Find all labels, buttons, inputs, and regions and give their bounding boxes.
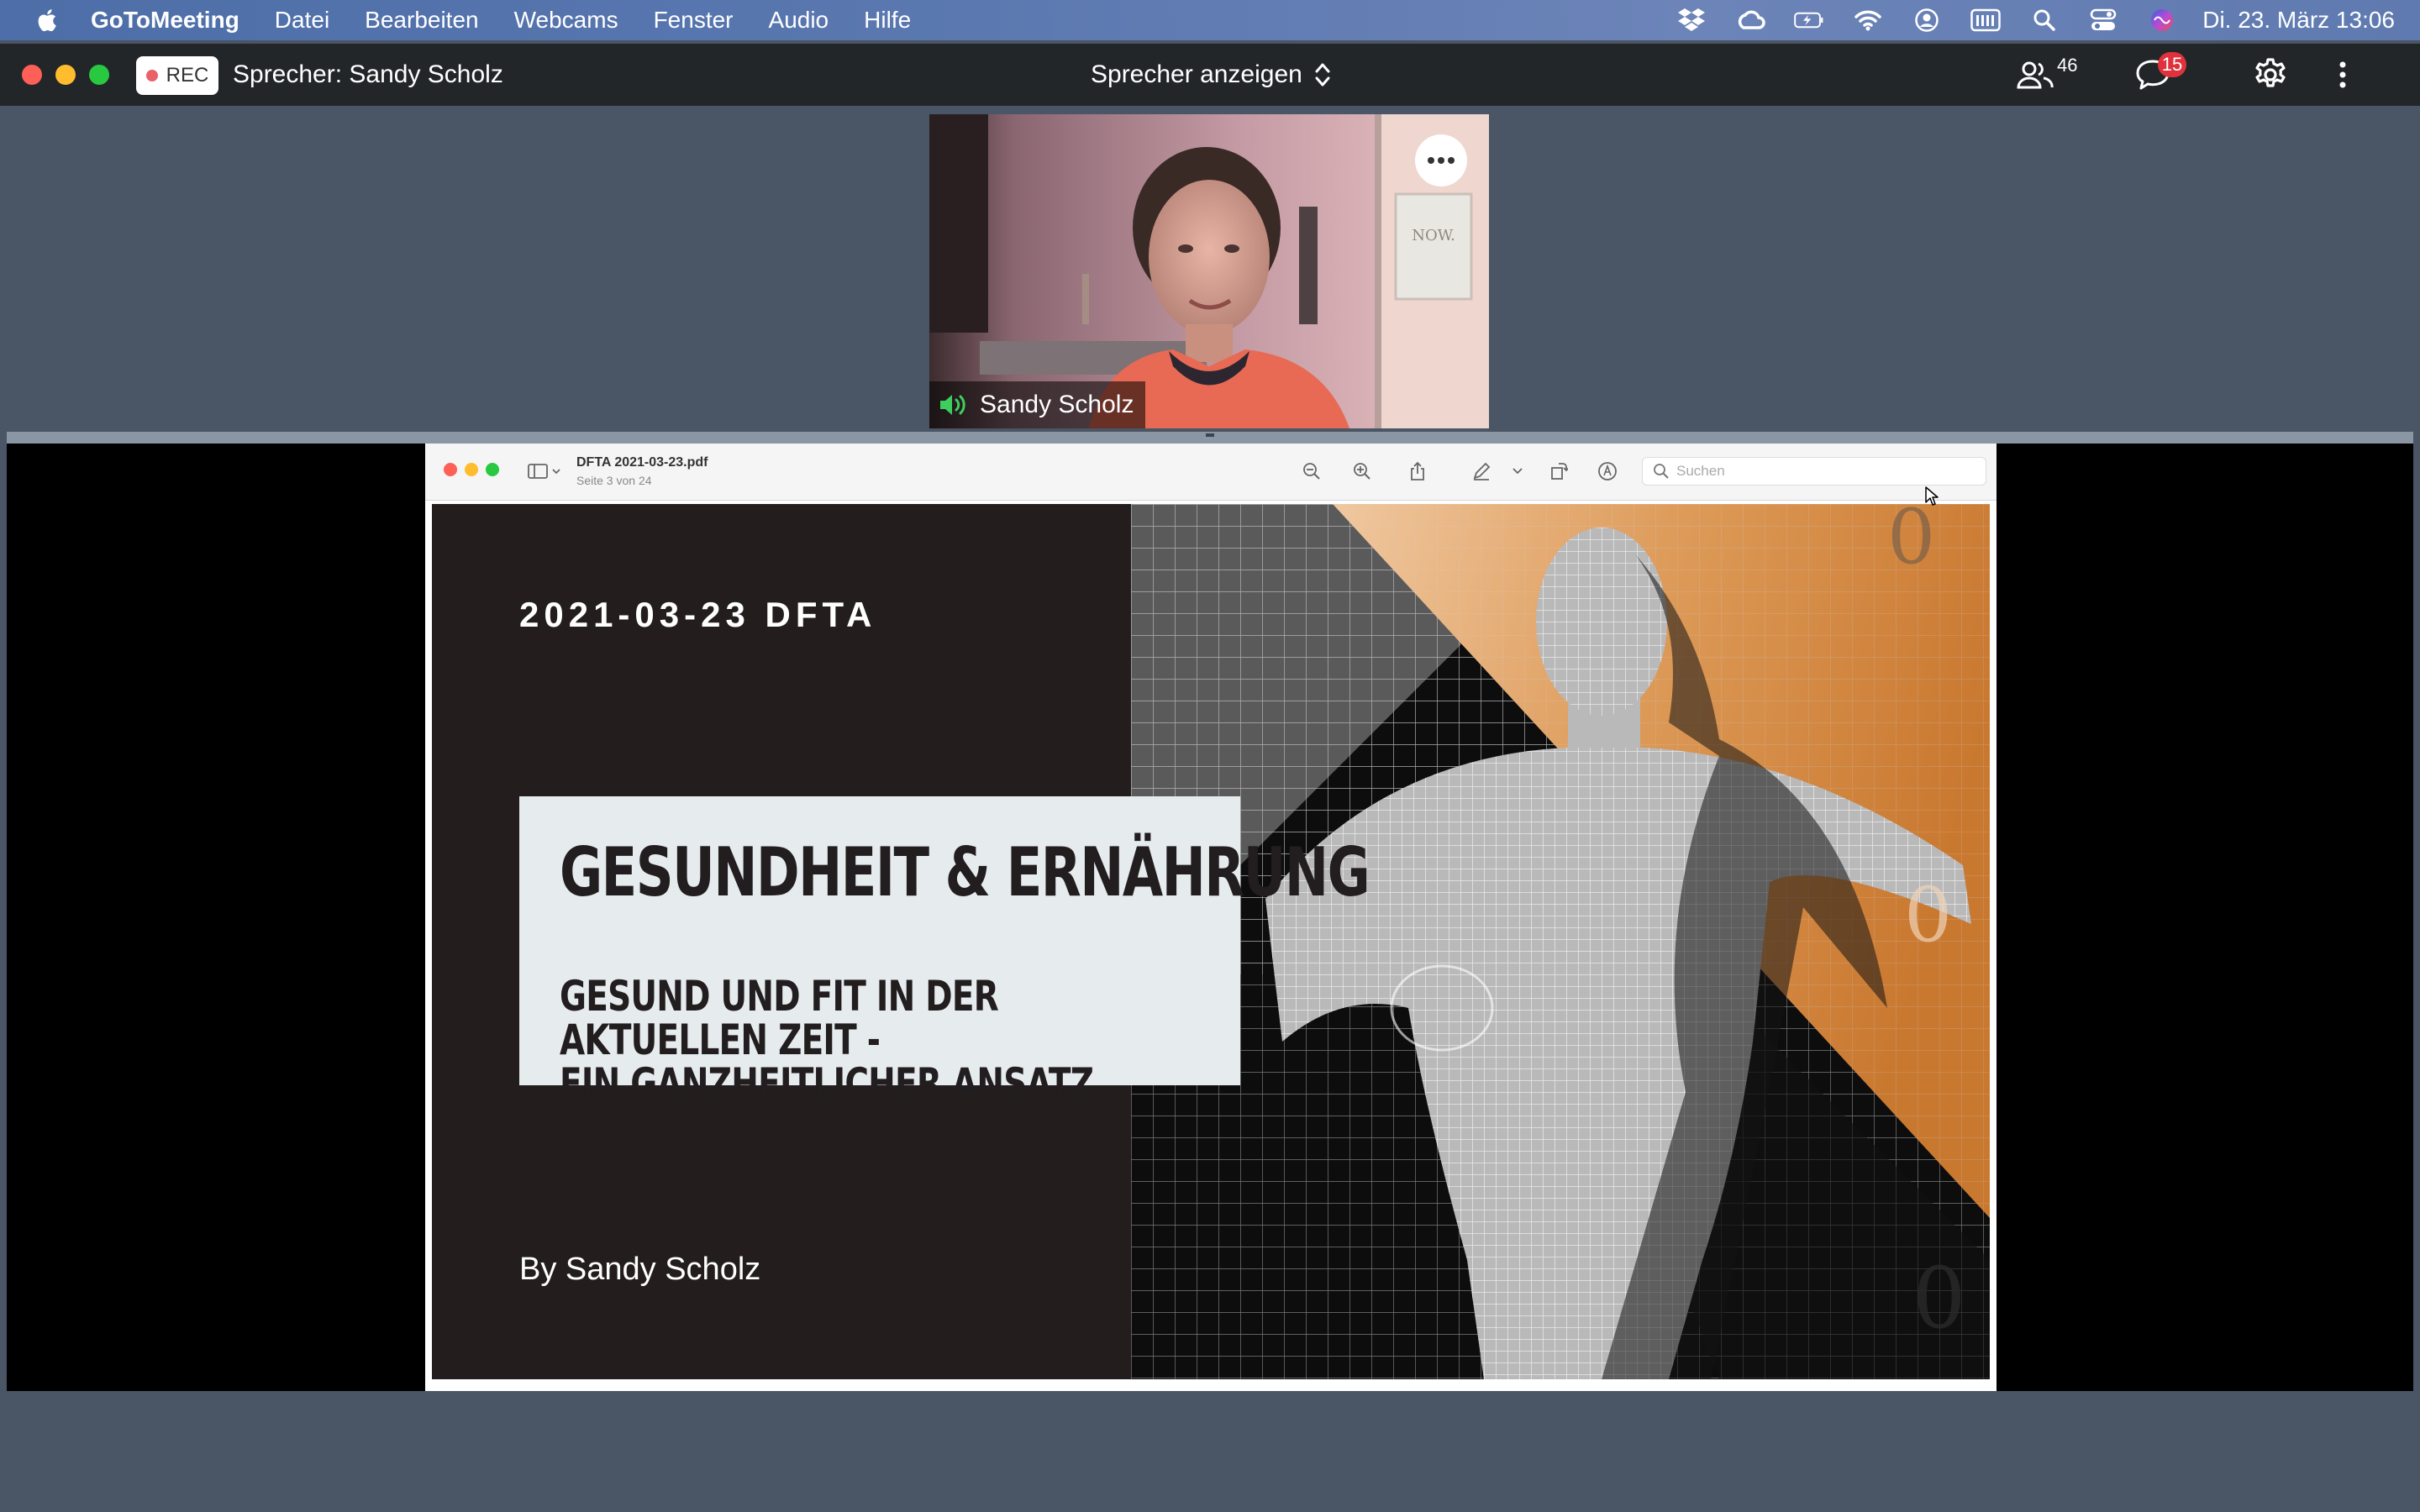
menu-hilfe[interactable]: Hilfe xyxy=(864,7,911,34)
spotlight-search-icon[interactable] xyxy=(2029,5,2060,35)
recording-dot-icon xyxy=(145,70,158,81)
speaking-speaker-icon xyxy=(940,395,965,415)
sidebar-toggle-button[interactable] xyxy=(526,459,565,484)
system-menu-bar: GoToMeeting Datei Bearbeiten Webcams Fen… xyxy=(0,0,2420,40)
markup-button[interactable] xyxy=(1469,459,1494,484)
annotate-circle-icon xyxy=(1598,462,1617,480)
rotate-icon xyxy=(1551,463,1568,480)
keyboard-input-icon[interactable] xyxy=(1970,5,2001,35)
dropbox-icon[interactable] xyxy=(1676,5,1707,35)
creative-cloud-icon[interactable] xyxy=(1735,5,1765,35)
window-minimize-button[interactable] xyxy=(55,65,76,85)
presentation-slide: 0 0 0 2021-03-23 DFTA GESUNDHEIT & ERNÄH… xyxy=(432,504,1990,1379)
slide-title: GESUNDHEIT & ERNÄHRUNG xyxy=(560,833,1370,911)
attendee-count: 46 xyxy=(2057,55,2078,76)
more-options-button[interactable] xyxy=(2338,55,2348,94)
mouse-cursor-icon xyxy=(1925,486,1939,506)
menu-fenster[interactable]: Fenster xyxy=(654,7,734,34)
chevron-down-icon xyxy=(1512,468,1523,475)
preview-zoom-button[interactable] xyxy=(486,463,499,476)
preview-file-name: DFTA 2021-03-23.pdf xyxy=(576,455,708,470)
menu-webcams[interactable]: Webcams xyxy=(514,7,618,34)
search-placeholder: Suchen xyxy=(1676,463,1725,479)
zoom-out-button[interactable] xyxy=(1299,459,1324,484)
zoom-out-icon xyxy=(1303,463,1320,480)
slide-subtitle-line-1: GESUND UND FIT IN DER AKTUELLEN ZEIT - xyxy=(560,972,999,1064)
webcam-participant-name: Sandy Scholz xyxy=(980,391,1134,418)
rotate-button[interactable] xyxy=(1546,459,1571,484)
slide-author: By Sandy Scholz xyxy=(519,1252,761,1287)
vertical-dots-icon xyxy=(2339,61,2346,88)
menu-bar-clock[interactable]: Di. 23. März 13:06 xyxy=(2202,7,2395,34)
markup-dropdown-button[interactable] xyxy=(1509,459,1526,484)
up-down-chevron-icon xyxy=(1315,63,1330,87)
annotate-button[interactable] xyxy=(1595,459,1620,484)
sidebar-icon xyxy=(528,464,560,479)
pen-icon xyxy=(1473,462,1491,480)
app-menu-gotomeeting[interactable]: GoToMeeting xyxy=(91,7,239,34)
menu-audio[interactable]: Audio xyxy=(769,7,829,34)
preview-close-button[interactable] xyxy=(444,463,457,476)
menu-bearbeiten[interactable]: Bearbeiten xyxy=(365,7,478,34)
chat-unread-badge: 15 xyxy=(2158,52,2186,77)
siri-icon[interactable] xyxy=(2147,5,2177,35)
preview-toolbar: DFTA 2021-03-23.pdf Seite 3 von 24 Suche… xyxy=(425,444,1996,501)
speaker-webcam-tile[interactable]: NOW. Sandy Scholz xyxy=(929,114,1489,428)
svg-text:NOW.: NOW. xyxy=(1412,227,1455,244)
horizontal-dots-icon xyxy=(1428,157,1455,164)
current-speaker-label: Sprecher: Sandy Scholz xyxy=(233,60,503,88)
svg-text:0: 0 xyxy=(1904,871,1952,959)
menu-datei[interactable]: Datei xyxy=(275,7,329,34)
svg-text:0: 0 xyxy=(1887,504,1935,581)
apple-menu-icon[interactable] xyxy=(34,6,62,34)
view-mode-label: Sprecher anzeigen xyxy=(1091,60,1302,88)
settings-button[interactable] xyxy=(2252,55,2289,94)
meeting-title-bar: REC Sprecher: Sandy Scholz Sprecher anze… xyxy=(0,44,2420,106)
zoom-in-button[interactable] xyxy=(1349,459,1375,484)
resize-handle[interactable] xyxy=(1206,433,1214,437)
search-icon xyxy=(1654,464,1669,479)
slide-subtitle-line-2: EIN GANZHEITLICHER ANSATZ xyxy=(560,1059,1094,1108)
slide-subtitle: GESUND UND FIT IN DER AKTUELLEN ZEIT - E… xyxy=(560,974,1189,1105)
gear-icon xyxy=(2255,58,2286,87)
attendees-button[interactable]: 46 xyxy=(2017,55,2077,94)
svg-text:0: 0 xyxy=(1912,1249,1966,1347)
window-zoom-button[interactable] xyxy=(89,65,109,85)
people-icon xyxy=(2017,61,2054,89)
view-mode-selector[interactable]: Sprecher anzeigen xyxy=(1091,60,1331,89)
share-button[interactable] xyxy=(1405,459,1430,484)
share-icon xyxy=(1411,461,1424,480)
menu-bar-status-area: Di. 23. März 13:06 xyxy=(1648,0,2395,40)
webcam-name-tag: Sandy Scholz xyxy=(929,381,1146,428)
zoom-in-icon xyxy=(1354,463,1370,480)
battery-charging-icon[interactable] xyxy=(1794,5,1824,35)
slide-image-panel: 0 0 0 xyxy=(1131,504,1990,1379)
preview-search-field[interactable]: Suchen xyxy=(1642,457,1986,486)
slide-date-line: 2021-03-23 DFTA xyxy=(519,595,877,634)
recording-label: REC xyxy=(166,64,209,87)
wifi-icon[interactable] xyxy=(1853,5,1883,35)
webcam-more-options-button[interactable] xyxy=(1415,134,1467,186)
recording-badge[interactable]: REC xyxy=(136,56,218,95)
slide-title-box: GESUNDHEIT & ERNÄHRUNG GESUND UND FIT IN… xyxy=(519,796,1370,1105)
window-close-button[interactable] xyxy=(22,65,42,85)
wireframe-body-image: 0 0 0 xyxy=(1131,504,1990,1379)
pdf-preview-window[interactable]: DFTA 2021-03-23.pdf Seite 3 von 24 Suche… xyxy=(425,444,1996,1391)
preview-minimize-button[interactable] xyxy=(465,463,478,476)
user-account-icon[interactable] xyxy=(1912,5,1942,35)
control-center-icon[interactable] xyxy=(2088,5,2118,35)
preview-page-info: Seite 3 von 24 xyxy=(576,474,652,487)
